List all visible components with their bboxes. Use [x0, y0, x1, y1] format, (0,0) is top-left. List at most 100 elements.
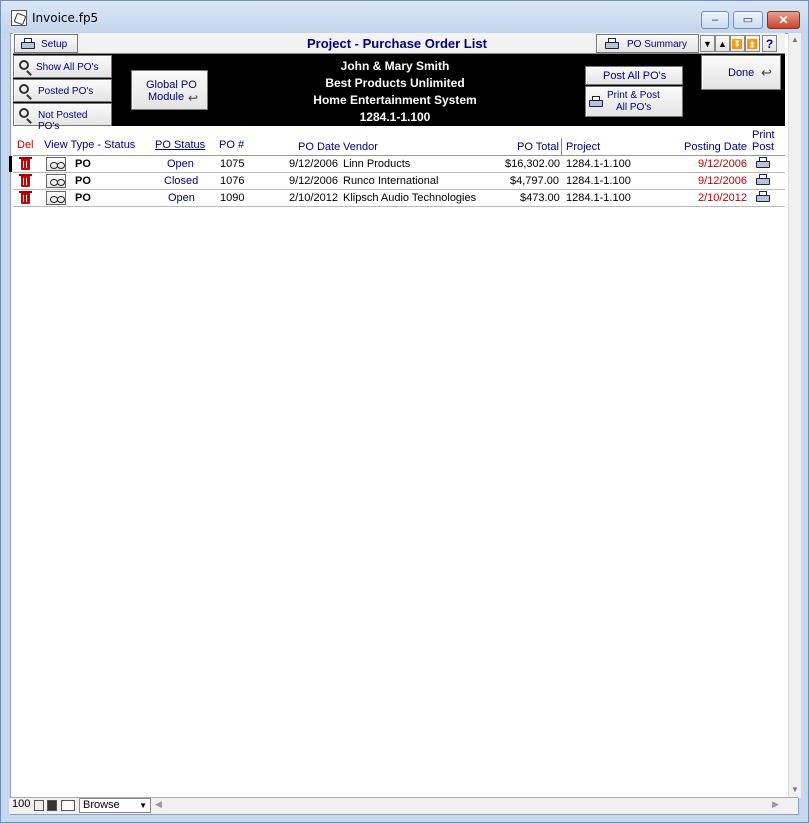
table-row[interactable]: PO Closed 1076 9/12/2006 Runco Internati…: [13, 173, 785, 190]
view-glasses-icon[interactable]: [46, 157, 66, 171]
minimize-button[interactable]: –: [701, 11, 729, 29]
table-row[interactable]: PO Open 1090 2/10/2012 Klipsch Audio Tec…: [13, 190, 785, 207]
posted-pos-button[interactable]: Posted PO's: [13, 79, 112, 102]
col-vendor: Vendor: [343, 141, 378, 153]
zoom-level[interactable]: 100: [12, 798, 30, 810]
row-status: Open: [168, 192, 195, 204]
zoom-in-icon[interactable]: [47, 800, 57, 811]
print-post-icon[interactable]: [756, 157, 770, 169]
col-po-total: PO Total: [517, 141, 559, 153]
printer-icon: [589, 96, 603, 108]
row-type: PO: [75, 192, 91, 204]
print-post-icon[interactable]: [756, 191, 770, 203]
row-total: $4,797.00: [510, 175, 559, 187]
done-button[interactable]: Done ↩: [701, 55, 781, 90]
scroll-left-icon[interactable]: ◀: [155, 799, 165, 812]
col-po-status[interactable]: PO Status: [155, 139, 205, 151]
magnifier-icon: [19, 108, 29, 118]
window-title: Invoice.fp5: [32, 11, 99, 25]
table-row[interactable]: PO Open 1075 9/12/2006 Linn Products $16…: [13, 156, 785, 173]
page-title: Project - Purchase Order List: [307, 36, 487, 51]
show-all-pos-button[interactable]: Show All PO's: [13, 55, 112, 78]
print-post-all-button[interactable]: Print & Post All PO's: [585, 86, 683, 117]
row-po-date: 2/10/2012: [289, 192, 338, 204]
show-all-pos-label: Show All PO's: [36, 62, 99, 73]
setup-button[interactable]: Setup: [14, 34, 78, 53]
help-button[interactable]: ?: [762, 35, 777, 52]
client-company: Best Products Unlimited: [325, 76, 465, 90]
view-glasses-icon[interactable]: [46, 174, 66, 188]
return-arrow-icon: ↩: [188, 91, 199, 105]
current-record-marker: [9, 156, 12, 172]
row-po-date: 9/12/2006: [289, 158, 338, 170]
col-project: Project: [566, 141, 601, 153]
trash-icon[interactable]: [19, 157, 32, 170]
trash-icon[interactable]: [19, 174, 32, 187]
chevron-down-icon: ▼: [139, 801, 147, 810]
client-name: John & Mary Smith: [340, 59, 450, 73]
row-po-num: 1076: [220, 175, 245, 187]
row-total: $473.00: [520, 192, 560, 204]
global-po-label: Global PO: [146, 79, 197, 91]
col-posting-date: Posting Date: [684, 141, 747, 153]
column-divider: [561, 138, 562, 155]
posted-pos-label: Posted PO's: [38, 86, 94, 97]
client-project: 1284.1-1.100: [359, 110, 431, 124]
row-project: 1284.1-1.100: [566, 158, 631, 170]
return-arrow-icon: ↩: [761, 65, 772, 80]
scroll-right-icon[interactable]: ▶: [772, 799, 782, 812]
prev-record-button[interactable]: ▲: [715, 35, 730, 52]
trash-icon[interactable]: [19, 191, 32, 204]
row-po-num: 1075: [220, 158, 245, 170]
first-record-button[interactable]: ⏫: [745, 35, 760, 52]
view-glasses-icon[interactable]: [46, 191, 66, 205]
row-po-num: 1090: [220, 192, 245, 204]
col-po-date: PO Date: [298, 141, 341, 153]
printer-icon: [21, 38, 35, 50]
global-po-module-button[interactable]: Global PO Module ↩: [131, 70, 208, 110]
last-record-button[interactable]: ⏬: [730, 35, 745, 52]
row-posting-date: 9/12/2006: [698, 158, 747, 170]
row-project: 1284.1-1.100: [566, 175, 631, 187]
document-icon: [11, 10, 27, 26]
mode-label: Browse: [83, 799, 120, 811]
print-post-label: Print & Post: [607, 90, 660, 101]
row-posting-date: 2/10/2012: [698, 192, 747, 204]
row-project: 1284.1-1.100: [566, 192, 631, 204]
po-summary-label: PO Summary: [627, 39, 688, 50]
post-all-label: Post All PO's: [603, 70, 667, 82]
next-record-button[interactable]: ▼: [700, 35, 715, 52]
close-button[interactable]: ✕: [767, 11, 800, 29]
scroll-up-icon[interactable]: ▲: [791, 35, 799, 44]
vertical-scrollbar[interactable]: ▲ ▼: [788, 33, 801, 798]
col-print: Print: [752, 129, 775, 141]
magnifier-icon: [19, 60, 29, 70]
row-vendor: Linn Products: [343, 158, 411, 170]
row-type: PO: [75, 158, 91, 170]
scroll-down-icon[interactable]: ▼: [791, 785, 799, 794]
done-label: Done: [728, 67, 755, 79]
client-system: Home Entertainment System: [313, 93, 477, 107]
client-info: John & Mary Smith Best Products Unlimite…: [305, 58, 485, 126]
not-posted-pos-button[interactable]: Not Posted PO's: [13, 103, 112, 132]
row-type: PO: [75, 175, 91, 187]
col-view-type-status: View Type - Status: [44, 139, 136, 151]
row-posting-date: 9/12/2006: [698, 175, 747, 187]
print-post-icon[interactable]: [756, 174, 770, 186]
not-posted-pos-label: Not Posted PO's: [38, 110, 88, 132]
mode-select[interactable]: Browse ▼: [79, 798, 151, 813]
status-area-toggle-icon[interactable]: [61, 800, 75, 811]
col-del: Del: [17, 139, 34, 151]
module-label: Module: [148, 91, 185, 103]
all-pos-label: All PO's: [616, 102, 652, 113]
row-total: $16,302.00: [505, 158, 561, 170]
maximize-button[interactable]: ▭: [733, 11, 763, 29]
row-po-date: 9/12/2006: [289, 175, 338, 187]
row-status: Closed: [164, 175, 199, 187]
col-post: Post: [752, 141, 775, 153]
post-all-pos-button[interactable]: Post All PO's: [585, 66, 683, 85]
po-summary-button[interactable]: PO Summary: [596, 34, 699, 53]
title-bar: Invoice.fp5 – ▭ ✕: [1, 1, 808, 33]
zoom-out-icon[interactable]: [34, 800, 44, 811]
setup-label: Setup: [41, 39, 68, 50]
